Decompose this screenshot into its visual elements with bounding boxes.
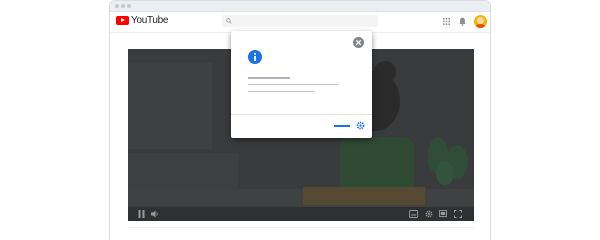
dialog-title-placeholder (248, 77, 290, 79)
video-table (303, 187, 425, 205)
logo-text: YouTube (131, 15, 169, 26)
info-icon (248, 50, 262, 64)
settings-icon[interactable] (425, 210, 433, 218)
avatar[interactable] (474, 15, 487, 28)
apps-icon[interactable] (443, 18, 450, 25)
window-dot-maximize[interactable] (127, 4, 131, 8)
window-dot-close[interactable] (115, 4, 119, 8)
subtitles-icon[interactable] (409, 210, 418, 218)
browser-window: YouTube (109, 0, 491, 240)
close-icon[interactable] (353, 37, 364, 48)
dialog-settings-icon[interactable] (356, 121, 365, 130)
page-content-divider (128, 227, 474, 228)
dialog-divider (231, 114, 372, 115)
window-dot-minimize[interactable] (121, 4, 125, 8)
volume-icon[interactable] (151, 210, 159, 218)
dialog-text-placeholder (248, 84, 338, 85)
cast-icon[interactable] (439, 210, 447, 218)
search-input[interactable] (222, 15, 378, 27)
search-icon (226, 18, 232, 24)
video-plant (436, 161, 454, 185)
fullscreen-icon[interactable] (454, 210, 462, 218)
video-background-panel (128, 63, 212, 149)
site-header: YouTube (110, 12, 490, 33)
player-controls (128, 207, 474, 221)
youtube-play-logo-icon (116, 16, 129, 25)
dialog-action-button[interactable] (334, 125, 350, 127)
video-background-panel (128, 153, 238, 191)
info-dialog (231, 31, 372, 138)
browser-chrome-bar (110, 1, 490, 12)
bell-icon[interactable] (459, 17, 466, 26)
pause-icon[interactable] (138, 210, 145, 218)
dialog-text-placeholder (248, 91, 314, 92)
